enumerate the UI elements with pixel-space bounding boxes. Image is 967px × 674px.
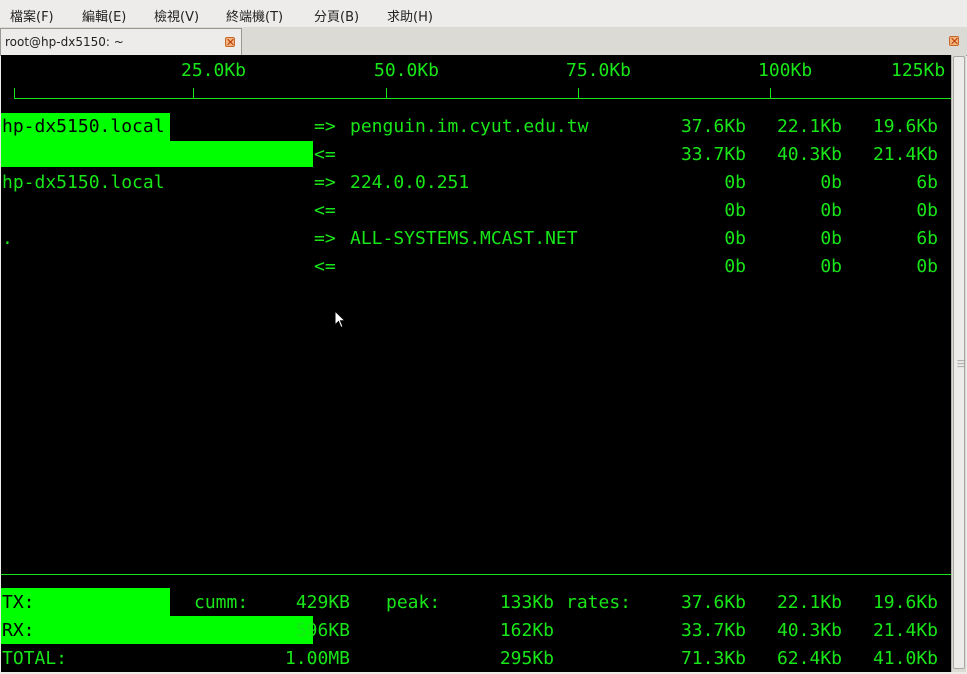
host-name: . xyxy=(2,228,13,249)
total-rate-10s: 62.4Kb xyxy=(776,648,842,669)
menu-terminal[interactable]: 終端機(T) xyxy=(226,6,283,25)
rate-40s: 6b xyxy=(916,228,938,249)
menu-bar: 檔案(F) 編輯(E) 檢視(V) 終端機(T) 分頁(B) 求助(H) xyxy=(0,0,967,27)
scale-tick-label: 50.0Kb xyxy=(374,60,440,81)
menu-tabs[interactable]: 分頁(B) xyxy=(314,6,359,25)
scale-tick-label: 75.0Kb xyxy=(566,60,632,81)
total-rate-2s: 71.3Kb xyxy=(680,648,746,669)
total-peak: 295Kb xyxy=(499,648,554,669)
tx-rate-2s: 37.6Kb xyxy=(680,592,746,613)
tx-label: TX: xyxy=(2,592,35,613)
scale-tick-label: 25.0Kb xyxy=(181,60,247,81)
rate-10s: 22.1Kb xyxy=(776,116,842,137)
direction-arrow: <= xyxy=(314,200,336,221)
direction-arrow: => xyxy=(314,228,336,249)
rate-10s: 0b xyxy=(820,172,842,193)
rate-2s: 0b xyxy=(724,200,746,221)
rx-rate-40s: 21.4Kb xyxy=(872,620,938,641)
scrollbar-thumb[interactable]: — — — xyxy=(953,56,965,669)
scale-axis xyxy=(14,98,951,99)
rate-40s: 0b xyxy=(916,200,938,221)
peer-host: ALL-SYSTEMS.MCAST.NET xyxy=(350,228,578,249)
direction-arrow: => xyxy=(314,172,336,193)
rates-label: rates: xyxy=(566,592,632,613)
rx-peak: 162Kb xyxy=(499,620,554,641)
menu-edit[interactable]: 編輯(E) xyxy=(82,6,126,25)
tx-rate-10s: 22.1Kb xyxy=(776,592,842,613)
tx-cumm: 429KB xyxy=(295,592,350,613)
rate-2s: 0b xyxy=(724,172,746,193)
menu-file[interactable]: 檔案(F) xyxy=(10,6,54,25)
scale-tick xyxy=(578,88,579,98)
rx-rate-2s: 33.7Kb xyxy=(680,620,746,641)
peer-host: 224.0.0.251 xyxy=(350,172,470,193)
rate-10s: 0b xyxy=(820,228,842,249)
rx-rate-10s: 40.3Kb xyxy=(776,620,842,641)
scale-tick xyxy=(386,88,387,98)
host-name: hp-dx5150.local xyxy=(2,172,165,193)
total-cumm: 1.00MB xyxy=(284,648,350,669)
totals-separator xyxy=(1,574,951,575)
total-label: TOTAL: xyxy=(2,648,68,669)
rx-cumm: 596KB xyxy=(295,620,350,641)
rate-10s: 0b xyxy=(820,200,842,221)
vertical-scrollbar[interactable]: — — — xyxy=(951,55,966,672)
grip-icon: — — — xyxy=(957,356,965,371)
rx-label: RX: xyxy=(2,620,35,641)
peer-host: penguin.im.cyut.edu.tw xyxy=(350,116,589,137)
window-close-tab-icon[interactable] xyxy=(949,36,959,46)
tx-rate-40s: 19.6Kb xyxy=(872,592,938,613)
host-name: hp-dx5150.local xyxy=(2,116,165,137)
rate-2s: 33.7Kb xyxy=(680,144,746,165)
tab-title: root@hp-dx5150: ~ xyxy=(5,35,124,49)
menu-help[interactable]: 求助(H) xyxy=(387,6,433,25)
scale-tick xyxy=(770,88,771,98)
total-rate-40s: 41.0Kb xyxy=(872,648,938,669)
tab-terminal[interactable]: root@hp-dx5150: ~ xyxy=(0,28,242,55)
terminal-screen[interactable]: 25.0Kb 50.0Kb 75.0Kb 100Kb 125Kb hp-dx51… xyxy=(1,55,951,672)
rate-40s: 21.4Kb xyxy=(872,144,938,165)
menu-view[interactable]: 檢視(V) xyxy=(154,6,199,25)
tx-peak: 133Kb xyxy=(499,592,554,613)
rate-40s: 0b xyxy=(916,256,938,277)
rate-2s: 0b xyxy=(724,256,746,277)
cumm-label: cumm: xyxy=(194,592,249,613)
rate-2s: 37.6Kb xyxy=(680,116,746,137)
scale-tick xyxy=(193,88,194,98)
rate-40s: 19.6Kb xyxy=(872,116,938,137)
rate-10s: 40.3Kb xyxy=(776,144,842,165)
scale-tick-label: 125Kb xyxy=(891,60,946,81)
bandwidth-bar-in xyxy=(1,141,313,167)
scale-tick xyxy=(14,88,15,98)
tab-close-icon[interactable] xyxy=(225,37,235,47)
mouse-pointer-icon xyxy=(334,310,346,329)
direction-arrow: => xyxy=(314,116,336,137)
direction-arrow: <= xyxy=(314,256,336,277)
peak-label: peak: xyxy=(386,592,441,613)
direction-arrow: <= xyxy=(314,144,336,165)
rate-40s: 6b xyxy=(916,172,938,193)
scale-tick-label: 100Kb xyxy=(758,60,813,81)
tab-strip: root@hp-dx5150: ~ xyxy=(0,27,967,56)
rate-2s: 0b xyxy=(724,228,746,249)
rate-10s: 0b xyxy=(820,256,842,277)
